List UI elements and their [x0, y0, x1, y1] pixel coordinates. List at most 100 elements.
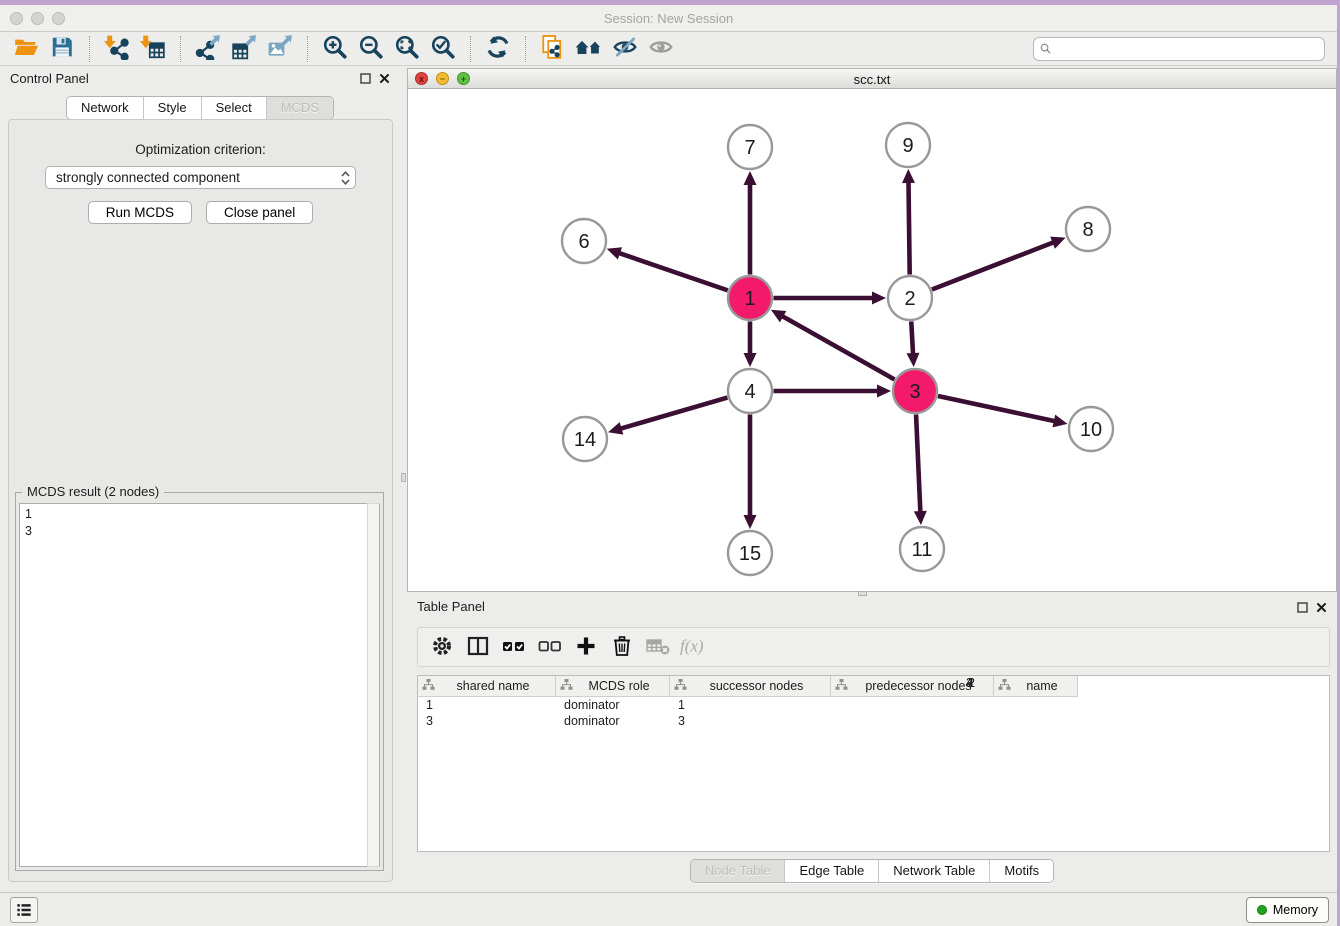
mcds-result-box: MCDS result (2 nodes) 1 3	[15, 492, 384, 871]
svg-text:2: 2	[904, 288, 915, 310]
add-column-button[interactable]	[570, 632, 602, 662]
result-scrollbar[interactable]	[367, 503, 380, 867]
control-panel-title: Control Panel	[10, 71, 89, 86]
cell-MCDS-role: dominator	[556, 714, 670, 728]
toolbar-separator	[180, 36, 181, 62]
graph-node-4[interactable]: 4	[728, 369, 772, 413]
graph-edge-1-4[interactable]	[744, 322, 757, 368]
graph-edge-1-2[interactable]	[774, 292, 887, 305]
show-all-icon	[648, 34, 674, 63]
column-header-name[interactable]: name	[994, 676, 1078, 697]
graph-node-7[interactable]: 7	[728, 125, 772, 169]
graph-edge-4-14[interactable]	[608, 398, 727, 435]
graph-node-10[interactable]: 10	[1069, 407, 1113, 451]
tab-style[interactable]: Style	[143, 97, 201, 119]
column-view-button[interactable]	[462, 632, 494, 662]
network-canvas[interactable]: 7 9 6 8 1 2 4 3 14 10 15 11	[408, 90, 1336, 591]
hide-selected-button[interactable]	[607, 34, 643, 64]
tab-select[interactable]: Select	[201, 97, 266, 119]
mcds-result-text[interactable]: 1 3	[19, 503, 380, 867]
refresh-layout-button[interactable]	[480, 34, 516, 64]
graph-edge-1-7[interactable]	[744, 171, 757, 275]
select-all-rows-icon	[501, 634, 527, 661]
zoom-fit-button[interactable]	[389, 34, 425, 64]
main-toolbar	[0, 32, 1337, 66]
select-all-rows-button[interactable]	[498, 632, 530, 662]
refresh-layout-icon	[485, 34, 511, 63]
zoom-out-icon	[358, 34, 384, 63]
hierarchy-icon	[422, 678, 435, 694]
table-settings-button[interactable]	[426, 632, 458, 662]
first-neighbors-button[interactable]	[571, 34, 607, 64]
show-all-button[interactable]	[643, 34, 679, 64]
tab-motifs[interactable]: Motifs	[989, 860, 1053, 882]
graph-node-6[interactable]: 6	[562, 219, 606, 263]
graph-edge-2-3[interactable]	[906, 321, 919, 367]
graph-node-9[interactable]: 9	[886, 123, 930, 167]
graph-edge-2-9[interactable]	[902, 169, 915, 275]
graph-node-8[interactable]: 8	[1066, 207, 1110, 251]
export-table-button[interactable]	[226, 34, 262, 64]
column-header-successor-nodes[interactable]: successor nodes	[670, 676, 831, 697]
import-table-button[interactable]	[135, 34, 171, 64]
zoom-selected-button[interactable]	[425, 34, 461, 64]
graph-edge-1-6[interactable]	[607, 247, 728, 290]
save-session-button[interactable]	[44, 34, 80, 64]
graph-node-1[interactable]: 1	[728, 276, 772, 320]
graph-edge-2-8[interactable]	[932, 237, 1066, 290]
float-panel-icon[interactable]	[360, 73, 371, 84]
duplicate-network-icon	[540, 34, 566, 63]
network-window-titlebar: x − + scc.txt	[408, 69, 1336, 89]
zoom-in-icon	[322, 34, 348, 63]
search-box[interactable]	[1033, 37, 1325, 61]
memory-button[interactable]: Memory	[1246, 897, 1329, 923]
export-image-button[interactable]	[262, 34, 298, 64]
window-title: Session: New Session	[0, 11, 1337, 26]
tab-edge-table[interactable]: Edge Table	[784, 860, 878, 882]
graph-edge-4-15[interactable]	[744, 415, 757, 530]
graph-edge-3-10[interactable]	[938, 396, 1068, 427]
import-table-icon	[140, 34, 166, 63]
svg-text:f(x): f(x)	[680, 636, 704, 655]
tab-network[interactable]: Network	[67, 97, 143, 119]
graph-edge-3-11[interactable]	[914, 414, 927, 525]
delete-column-button[interactable]	[606, 632, 638, 662]
table-body: 1dominator4113dominator323	[418, 697, 1329, 729]
close-panel-icon[interactable]	[379, 73, 390, 84]
graph-node-11[interactable]: 11	[900, 527, 944, 571]
task-history-button[interactable]	[10, 897, 38, 923]
run-mcds-button[interactable]: Run MCDS	[88, 201, 192, 224]
close-table-panel-icon[interactable]	[1316, 602, 1327, 613]
zoom-out-button[interactable]	[353, 34, 389, 64]
graph-node-3[interactable]: 3	[893, 369, 937, 413]
deselect-all-rows-button[interactable]	[534, 632, 566, 662]
zoom-in-button[interactable]	[317, 34, 353, 64]
column-header-MCDS-role[interactable]: MCDS role	[556, 676, 670, 697]
tab-mcds[interactable]: MCDS	[266, 97, 333, 119]
graph-edge-3-1[interactable]	[771, 310, 895, 380]
search-input[interactable]	[1055, 42, 1318, 56]
import-network-button[interactable]	[99, 34, 135, 64]
select-stepper-icon	[340, 170, 351, 186]
criterion-select[interactable]: strongly connected component	[45, 166, 356, 189]
float-table-panel-icon[interactable]	[1297, 602, 1308, 613]
vertical-splitter[interactable]	[400, 66, 407, 892]
duplicate-network-button[interactable]	[535, 34, 571, 64]
graph-node-15[interactable]: 15	[728, 531, 772, 575]
tab-node-table[interactable]: Node Table	[691, 860, 785, 882]
open-file-button[interactable]	[8, 34, 44, 64]
mcds-result-title: MCDS result (2 nodes)	[22, 484, 164, 499]
close-panel-button[interactable]: Close panel	[206, 201, 313, 224]
graph-node-2[interactable]: 2	[888, 276, 932, 320]
node-table: shared nameMCDS rolesuccessor nodesprede…	[417, 675, 1330, 852]
graph-node-14[interactable]: 14	[563, 417, 607, 461]
table-row[interactable]: 3dominator323	[418, 713, 1329, 729]
graph-edge-4-3[interactable]	[774, 385, 892, 398]
hierarchy-icon	[674, 678, 687, 694]
hierarchy-icon	[560, 678, 573, 694]
export-network-button[interactable]	[190, 34, 226, 64]
vertical-splitter-grip[interactable]	[401, 473, 406, 482]
tab-network-table[interactable]: Network Table	[878, 860, 989, 882]
column-header-shared-name[interactable]: shared name	[418, 676, 556, 697]
function-builder-button: f(x)	[678, 632, 710, 662]
